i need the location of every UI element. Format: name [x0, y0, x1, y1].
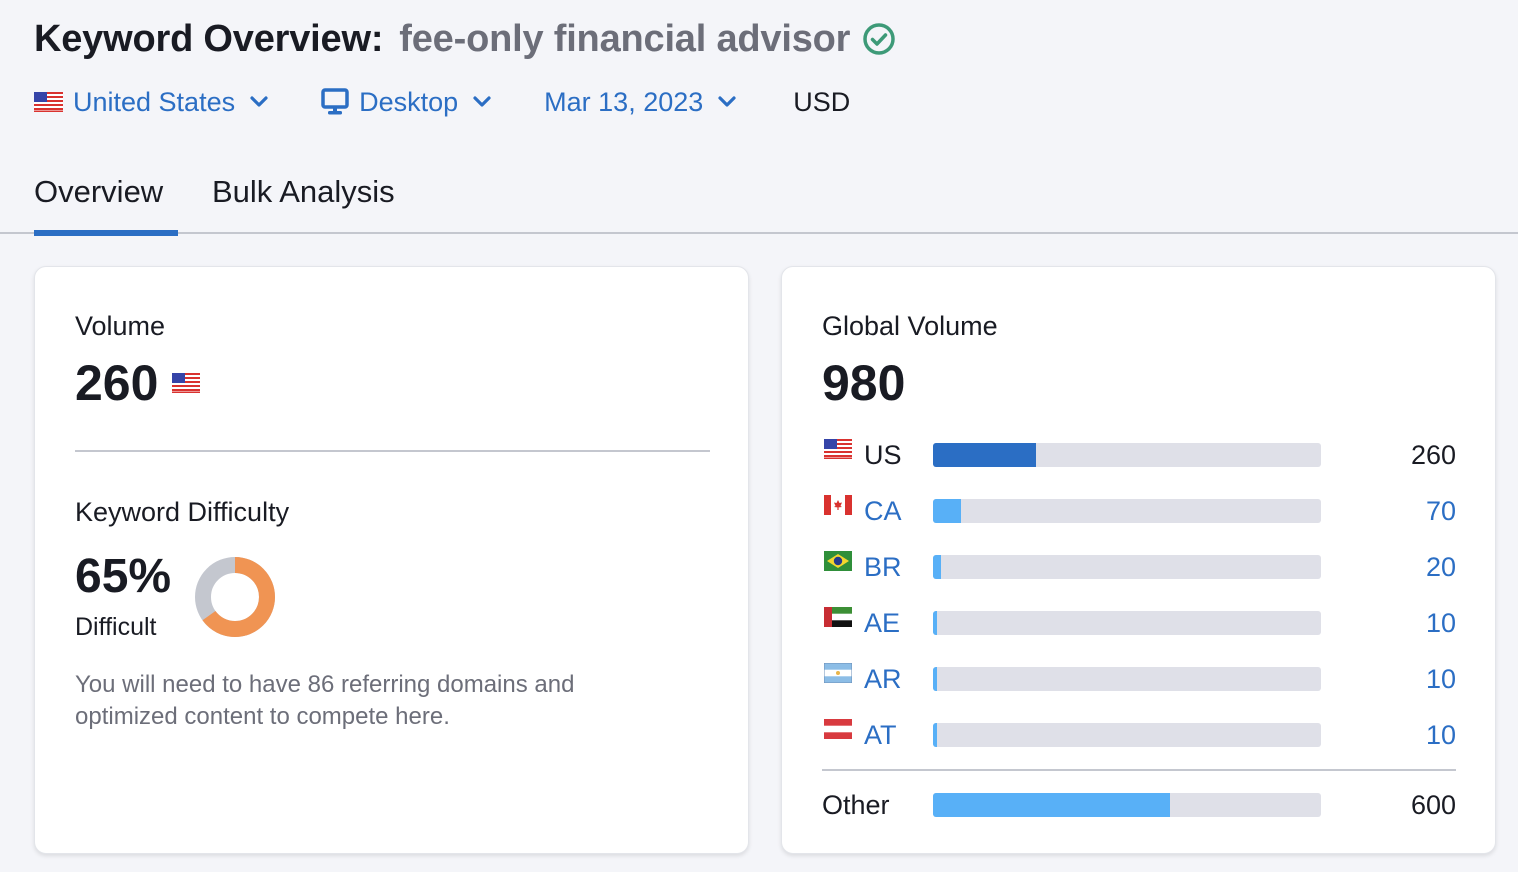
us-flag-icon [34, 92, 63, 112]
currency-label: USD [793, 86, 851, 117]
keyword-difficulty-label: Keyword Difficulty [75, 497, 290, 527]
check-circle-icon [863, 23, 895, 55]
tab-overview[interactable]: Overview [34, 168, 178, 236]
country-code[interactable]: BR [864, 553, 902, 581]
keyword-difficulty-level: Difficult [75, 613, 157, 641]
country-volume-value: 600 [1410, 790, 1456, 820]
filters-bar: United States Desktop Mar 13, 2023 USD [34, 82, 850, 122]
country-volume-value: 260 [1410, 440, 1456, 470]
volume-bar-track [933, 793, 1321, 817]
keyword-difficulty-value: 65% [75, 550, 172, 603]
country-volume-value[interactable]: 70 [1426, 497, 1456, 525]
volume-bar-track [933, 723, 1321, 747]
database-selector[interactable]: United States [34, 87, 269, 118]
date-selector[interactable]: Mar 13, 2023 [544, 87, 737, 118]
country-row-at: AT 10 [822, 715, 1456, 755]
volume-value: 260 [75, 355, 159, 411]
ar-flag-icon [824, 663, 852, 683]
country-row-br: BR 20 [822, 547, 1456, 587]
country-row-ca: CA 70 [822, 491, 1456, 531]
ca-flag-icon [824, 495, 852, 515]
database-label: United States [73, 86, 236, 117]
global-volume-label: Global Volume [822, 311, 998, 341]
date-label: Mar 13, 2023 [544, 86, 704, 117]
ae-flag-icon [824, 607, 852, 627]
volume-bar-track [933, 611, 1321, 635]
volume-bar-fill [933, 499, 961, 523]
global-volume-value: 980 [822, 355, 906, 411]
keyword-text: fee-only financial advisor [399, 18, 851, 60]
divider [75, 450, 710, 452]
country-row-ae: AE 10 [822, 603, 1456, 643]
chevron-down-icon [473, 96, 491, 107]
page-title-label: Keyword Overview: [34, 18, 384, 60]
country-volume-value[interactable]: 10 [1426, 721, 1456, 749]
chevron-down-icon [250, 96, 268, 107]
us-flag-icon [824, 439, 852, 459]
volume-bar-fill [933, 723, 937, 747]
volume-bar-fill [933, 793, 1171, 817]
device-label: Desktop [359, 86, 459, 117]
us-flag-icon [172, 373, 201, 393]
volume-bar-fill [933, 555, 941, 579]
volume-label: Volume [75, 311, 166, 341]
volume-bar-fill [933, 443, 1036, 467]
country-row-ar: AR 10 [822, 659, 1456, 699]
country-code: US [864, 440, 902, 470]
country-code[interactable]: AT [864, 721, 897, 749]
country-volume-value[interactable]: 10 [1426, 665, 1456, 693]
at-flag-icon [824, 719, 852, 739]
desktop-monitor-icon [321, 88, 349, 115]
volume-bar-track [933, 499, 1321, 523]
divider [822, 769, 1456, 771]
country-code[interactable]: AE [864, 609, 900, 637]
page-title: Keyword Overview: fee-only financial adv… [34, 14, 896, 64]
global-volume-card: Global Volume 980 US 260 CA 70 BR 20 AE 10 AR 10 A… [781, 266, 1496, 854]
device-selector[interactable]: Desktop [321, 87, 492, 118]
keyword-difficulty-description: You will need to have 86 referring domai… [75, 671, 575, 730]
volume-bar-fill [933, 611, 937, 635]
country-code[interactable]: CA [864, 497, 902, 525]
tab-bulk-analysis[interactable]: Bulk Analysis [212, 168, 395, 234]
volume-difficulty-card: Volume 260 Keyword Difficulty 65% Diffic… [34, 266, 749, 854]
country-code[interactable]: AR [864, 665, 902, 693]
chevron-down-icon [718, 96, 736, 107]
volume-bar-track [933, 667, 1321, 691]
country-code: Other [822, 790, 890, 820]
tab-bar: Overview Bulk Analysis [0, 168, 1518, 236]
country-volume-value[interactable]: 10 [1426, 609, 1456, 637]
country-row-us: US 260 [822, 435, 1456, 475]
volume-value-row: 260 [75, 353, 201, 413]
country-volume-value[interactable]: 20 [1426, 553, 1456, 581]
br-flag-icon [824, 551, 852, 571]
country-row-other: Other 600 [822, 785, 1456, 825]
difficulty-donut-chart [195, 557, 275, 637]
volume-bar-track [933, 555, 1321, 579]
volume-bar-fill [933, 667, 937, 691]
volume-bar-track [933, 443, 1321, 467]
